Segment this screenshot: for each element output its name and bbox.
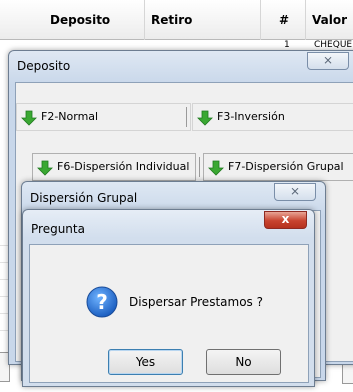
column-header-deposito[interactable]: Deposito <box>44 0 110 40</box>
no-button[interactable]: No <box>206 349 281 375</box>
f2-normal-button[interactable]: F2-Normal <box>16 103 191 131</box>
grid-cell-number: 1 <box>284 40 290 50</box>
column-header-valor[interactable]: Valor <box>305 0 347 40</box>
arrow-down-icon <box>197 110 213 126</box>
arrow-down-icon <box>208 160 224 176</box>
deposito-window-title: Deposito <box>17 59 71 73</box>
deposito-close-button[interactable]: ⨯ <box>307 52 349 70</box>
arrow-down-icon <box>21 110 37 126</box>
question-message: Dispersar Prestamos ? <box>129 295 263 309</box>
f6-dispersion-individual-label: F6-Dispersión Individual <box>57 160 190 173</box>
dispersion-close-button[interactable]: ⨯ <box>274 183 316 201</box>
column-header-retiro[interactable]: Retiro <box>144 0 192 40</box>
toolbar-separator <box>186 107 187 127</box>
arrow-down-icon <box>37 160 53 176</box>
svg-text:?: ? <box>96 290 108 314</box>
f3-inversion-button[interactable]: F3-Inversión <box>192 103 353 131</box>
grid-header: Deposito Retiro # Valor <box>0 0 353 40</box>
close-icon: ⨯ <box>289 184 301 198</box>
close-icon: ⨯ <box>322 53 334 67</box>
column-header-number[interactable]: # <box>260 0 289 40</box>
yes-button[interactable]: Yes <box>108 349 183 375</box>
pregunta-dialog-title: Pregunta <box>31 222 85 236</box>
grid-cell-valor: CHEQUE <box>314 40 353 50</box>
pregunta-close-button[interactable]: x <box>264 211 307 229</box>
f7-dispersion-grupal-button[interactable]: F7-Dispersión Grupal <box>203 153 353 181</box>
question-icon: ? <box>86 286 118 318</box>
pregunta-dialog: Pregunta x ? Dispersar Prestamos ? Yes N… <box>22 209 315 387</box>
close-icon: x <box>281 212 290 226</box>
dispersion-grupal-title: Dispersión Grupal <box>30 191 138 205</box>
pregunta-dialog-body: ? Dispersar Prestamos ? Yes No <box>29 244 309 383</box>
toolbar-separator <box>199 157 200 177</box>
f6-dispersion-individual-button[interactable]: F6-Dispersión Individual <box>32 153 196 181</box>
f2-normal-label: F2-Normal <box>41 110 99 123</box>
f7-dispersion-grupal-label: F7-Dispersión Grupal <box>228 160 344 173</box>
f3-inversion-label: F3-Inversión <box>217 110 285 123</box>
